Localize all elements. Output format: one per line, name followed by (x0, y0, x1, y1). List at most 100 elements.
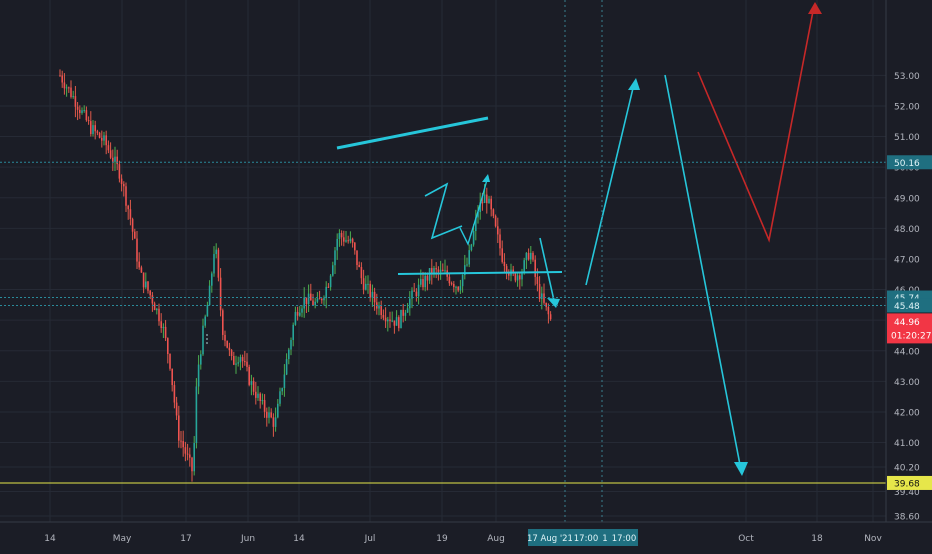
y-tick-label: 47.00 (894, 255, 920, 265)
candle-body (505, 266, 508, 273)
candle-body (72, 96, 74, 98)
candle-body (270, 412, 272, 418)
price-label: 45.48 (887, 298, 932, 313)
candle-body (393, 320, 396, 326)
candle-body (244, 361, 246, 363)
candle-body (343, 237, 345, 242)
candle-body (321, 298, 323, 301)
candle-body (279, 391, 281, 404)
x-tick-label: 14 (293, 534, 305, 544)
candle (98, 131, 101, 139)
candle-body (81, 110, 83, 113)
x-tick-label: Jul (364, 534, 376, 544)
candle-body (503, 261, 506, 267)
candle-body (492, 209, 495, 216)
candle-body (224, 334, 226, 341)
candle-body (470, 244, 473, 251)
candle-body (422, 279, 424, 288)
candle-body (158, 308, 160, 322)
candle-body (369, 283, 371, 298)
candle-body (288, 349, 290, 360)
candle-body (59, 75, 61, 77)
candle-body (534, 259, 536, 277)
candle (169, 353, 171, 371)
candle-body (246, 361, 248, 367)
last-price-countdown: 01:20:27 (891, 331, 931, 341)
candle-body (153, 303, 156, 311)
candle-body (156, 308, 158, 311)
candle-body (387, 319, 389, 322)
price-label: 50.16 (887, 155, 932, 170)
y-tick-label: 44.00 (894, 347, 920, 357)
candle-body (292, 324, 294, 341)
candle-body (230, 350, 233, 357)
candle-body (233, 356, 235, 365)
candle-body (274, 417, 277, 427)
candle-body (180, 440, 182, 442)
crosshair-date-text: 17 Aug '21 (527, 534, 573, 544)
candle-body (138, 261, 140, 268)
candle-body (514, 272, 517, 281)
price-chart[interactable]: 38.6039.4040.2041.0042.0043.0044.0045.00… (0, 0, 932, 550)
candle-body (415, 291, 418, 297)
candle-body (145, 281, 147, 288)
candle-body (167, 338, 169, 354)
candle-body (490, 198, 492, 210)
candle-body (208, 285, 211, 306)
candle-body (211, 273, 213, 286)
y-tick-label: 52.00 (894, 102, 920, 112)
candle-body (365, 283, 367, 290)
price-label-text: 45.48 (894, 302, 920, 312)
candle-body (323, 298, 325, 301)
crosshair-date-text: 17:00 (574, 534, 599, 544)
candle-body (92, 125, 94, 134)
candle-body (149, 290, 151, 296)
candle-body (305, 297, 308, 304)
candle-body (444, 270, 446, 272)
candle-body (266, 411, 268, 418)
candle-body (76, 106, 79, 110)
candle-body (131, 219, 134, 232)
candle-body (448, 276, 451, 284)
candle-body (70, 87, 72, 97)
y-tick-label: 51.00 (894, 133, 920, 143)
candle-body (486, 194, 488, 204)
price-label-text: 39.68 (894, 479, 920, 489)
last-price-text: 44.96 (894, 318, 920, 328)
candle-body (373, 291, 376, 303)
candle-body (303, 297, 305, 309)
candle-body (442, 269, 444, 272)
candle-body (200, 354, 202, 365)
candle-body (79, 109, 81, 113)
candle-body (400, 309, 402, 329)
candle-body (281, 388, 283, 392)
candle-body (123, 184, 125, 187)
candle-body (336, 238, 338, 251)
candle-body (325, 286, 327, 299)
candle-body (367, 283, 369, 285)
candle-body (527, 252, 530, 260)
candle (195, 378, 198, 449)
candle-body (259, 393, 261, 401)
candle-body (532, 252, 534, 260)
candle-body (61, 75, 63, 83)
chart-root[interactable]: 38.6039.4040.2041.0042.0043.0044.0045.00… (0, 0, 932, 550)
candle-body (63, 82, 66, 89)
candle-body (213, 254, 215, 274)
x-tick-label: Oct (738, 534, 754, 544)
candle-body (160, 321, 162, 329)
crosshair-date-text: 1 (602, 534, 607, 544)
candle-body (382, 315, 385, 318)
candle-body (285, 359, 288, 375)
candle-body (521, 273, 523, 280)
candle-body (257, 393, 259, 398)
candle-body (345, 240, 347, 242)
candle-body (171, 368, 173, 386)
candle-body (101, 137, 103, 141)
candle-body (263, 400, 266, 412)
y-tick-label: 38.60 (894, 513, 920, 523)
candle-body (252, 381, 255, 392)
x-tick-label: 14 (44, 534, 56, 544)
candle-body (116, 156, 118, 165)
candle-body (358, 264, 360, 268)
